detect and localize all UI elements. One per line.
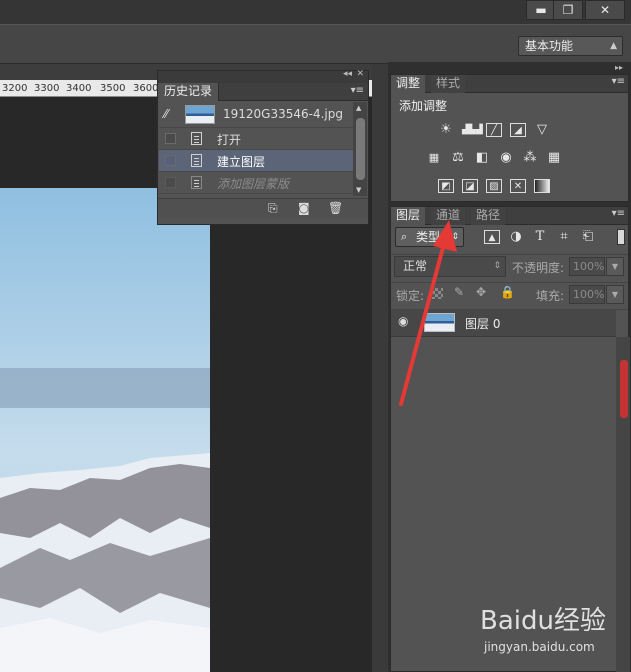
panel-menu-icon[interactable]: ▾≡: [612, 76, 625, 87]
black-white-icon[interactable]: ◧: [474, 151, 490, 165]
photo-filter-icon[interactable]: ◉: [498, 151, 514, 165]
close-panel-icon[interactable]: ✕: [356, 69, 364, 79]
selective-color-icon[interactable]: ✕: [510, 179, 526, 193]
watermark-brand: Baidu经验: [480, 606, 606, 636]
opacity-label: 不透明度:: [512, 261, 565, 275]
lock-all-icon[interactable]: 🔒: [500, 285, 515, 299]
channel-mixer-icon[interactable]: ⁂: [522, 151, 538, 165]
new-document-icon[interactable]: ⎘: [268, 201, 278, 216]
invert-icon[interactable]: ◩: [438, 179, 454, 193]
updown-icon: ⇕: [493, 261, 501, 271]
history-item-label: 打开: [217, 133, 242, 147]
fill-dropdown-icon[interactable]: ▼: [606, 285, 624, 304]
history-checkbox[interactable]: [165, 155, 176, 166]
lock-position-icon[interactable]: ✥: [476, 285, 486, 299]
tab-adjustments[interactable]: 调整: [391, 75, 426, 93]
tab-history[interactable]: 历史记录: [158, 83, 220, 101]
brightness-icon[interactable]: ☀: [438, 123, 454, 137]
watermark: Baidu经验 jingyan.baidu.com: [474, 600, 624, 660]
filter-pixel-icon[interactable]: ▲: [484, 230, 500, 244]
updown-icon: ▲: [610, 41, 617, 51]
color-balance-icon[interactable]: ⚖: [450, 151, 466, 165]
posterize-icon[interactable]: ◪: [462, 179, 478, 193]
tab-paths[interactable]: 路径: [471, 207, 506, 225]
levels-icon[interactable]: ▟▙▟: [462, 123, 483, 137]
snapshot-thumbnail: [185, 105, 215, 124]
layer-name[interactable]: 图层 0: [465, 315, 500, 332]
adjustments-title: 添加调整: [399, 99, 448, 113]
scroll-up-icon[interactable]: ▲: [356, 104, 361, 112]
opacity-dropdown-icon[interactable]: ▼: [606, 257, 624, 276]
adjustments-panel: 调整 样式 ▾≡ 添加调整 ☀ ▟▙▟ ╱ ◢ ▽ ▦ ⚖ ◧ ◉ ⁂ ▦ ◩ …: [390, 74, 629, 202]
document-icon: [191, 154, 202, 167]
camera-icon[interactable]: ◙: [298, 201, 310, 215]
fill-label: 填充:: [536, 289, 565, 303]
history-scroll-thumb[interactable]: [356, 118, 365, 180]
ruler-tick: 3400: [66, 83, 92, 94]
history-item-label: 添加图层蒙版: [217, 177, 290, 191]
workspace-select[interactable]: 基本功能 ▲: [518, 36, 623, 56]
opacity-input[interactable]: 100%: [569, 257, 605, 276]
history-footer: ⎘ ◙ 🗑: [158, 198, 368, 218]
filter-type-icon[interactable]: T: [532, 230, 548, 244]
trash-icon[interactable]: 🗑: [328, 201, 343, 215]
workspace-label: 基本功能: [525, 39, 574, 53]
history-item-label: 建立图层: [217, 155, 266, 169]
snapshot-name: 19120G33546-4.jpg: [223, 107, 343, 121]
history-item[interactable]: 打开: [159, 128, 353, 150]
threshold-icon[interactable]: ▨: [486, 179, 502, 193]
panel-header: ◂◂ ✕: [158, 69, 368, 83]
history-checkbox[interactable]: [165, 177, 176, 188]
tab-bar: [391, 75, 628, 93]
gradient-map-icon[interactable]: [534, 179, 550, 193]
expand-dock-icon[interactable]: ▸▸: [615, 63, 623, 72]
document-image: [0, 188, 210, 672]
restore-button[interactable]: ❐: [553, 0, 583, 20]
tab-styles[interactable]: 样式: [431, 75, 466, 93]
close-button[interactable]: ✕: [585, 0, 625, 20]
ruler-tick: 3300: [34, 83, 60, 94]
exposure-icon[interactable]: ◢: [510, 123, 526, 137]
fill-input[interactable]: 100%: [569, 285, 605, 304]
history-item[interactable]: 建立图层: [159, 150, 353, 172]
ruler-tick: 3600: [133, 83, 159, 94]
history-item[interactable]: 添加图层蒙版: [159, 172, 353, 194]
curves-icon[interactable]: ╱: [486, 123, 502, 137]
ruler-tick: 3200: [2, 83, 28, 94]
panel-menu-icon[interactable]: ▾≡: [351, 85, 364, 96]
scroll-down-icon[interactable]: ▼: [356, 186, 361, 194]
history-checkbox[interactable]: [165, 133, 176, 144]
minimize-button[interactable]: ▬: [526, 0, 556, 20]
annotation-arrow: [399, 220, 457, 406]
vibrance-icon[interactable]: ▽: [534, 123, 550, 137]
hue-saturation-icon[interactable]: ▦: [426, 151, 442, 165]
document-icon: [191, 176, 202, 189]
history-brush-icon[interactable]: ⁄⁄: [164, 107, 168, 121]
filter-adjustment-icon[interactable]: ◑: [508, 230, 524, 244]
color-lookup-icon[interactable]: ▦: [546, 151, 562, 165]
ruler-tick: 3500: [100, 83, 126, 94]
collapse-icon[interactable]: ◂◂: [343, 69, 352, 79]
filter-smart-object-icon[interactable]: ⎗: [580, 230, 596, 244]
document-icon: [191, 132, 202, 145]
filter-toggle-switch[interactable]: [617, 229, 625, 245]
snapshot-row[interactable]: ⁄⁄ 19120G33546-4.jpg: [159, 102, 353, 128]
layers-scroll-thumb[interactable]: [620, 360, 628, 418]
watermark-url: jingyan.baidu.com: [484, 640, 595, 654]
panel-menu-icon[interactable]: ▾≡: [612, 208, 625, 219]
filter-shape-icon[interactable]: ⌗: [556, 230, 572, 244]
